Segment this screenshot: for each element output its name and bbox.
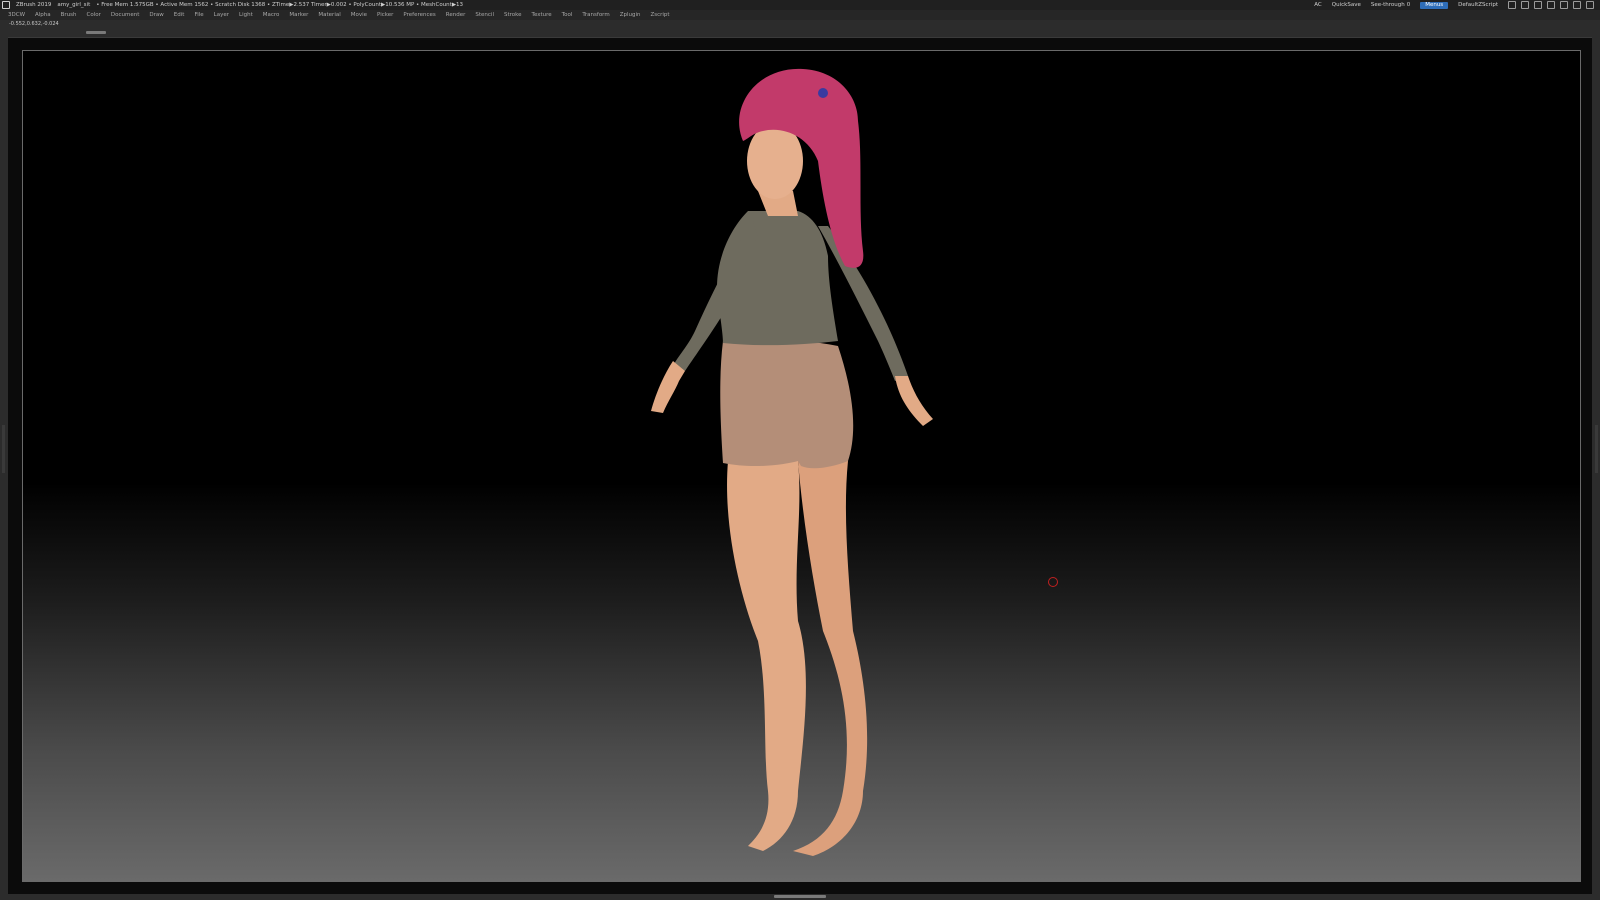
settings-icon[interactable] <box>1534 1 1542 9</box>
menu-item-transform[interactable]: Transform <box>582 10 609 20</box>
quicksave-button[interactable]: QuickSave <box>1332 0 1361 10</box>
right-tray-handle[interactable] <box>1595 425 1598 473</box>
script-selector[interactable]: DefaultZScript <box>1458 0 1498 10</box>
see-through-slider[interactable]: See-through 0 <box>1371 0 1410 10</box>
menus-button[interactable]: Menus <box>1420 1 1449 9</box>
shorts <box>720 339 854 469</box>
menu-item-material[interactable]: Material <box>318 10 340 20</box>
menu-item-texture[interactable]: Texture <box>532 10 552 20</box>
top-shelf-handle[interactable] <box>86 31 106 34</box>
layout-icon[interactable] <box>1508 1 1516 9</box>
menu-item-alpha[interactable]: Alpha <box>35 10 51 20</box>
menu-item-macro[interactable]: Macro <box>263 10 280 20</box>
left-leg <box>727 461 806 851</box>
menu-item-document[interactable]: Document <box>111 10 140 20</box>
share-icon[interactable] <box>1521 1 1529 9</box>
bottom-tray-handle[interactable] <box>774 895 826 898</box>
menu-item-stencil[interactable]: Stencil <box>475 10 494 20</box>
menu-item-color[interactable]: Color <box>87 10 101 20</box>
lock-icon[interactable] <box>1547 1 1555 9</box>
see-through-value: 0 <box>1406 2 1411 8</box>
menu-item-stroke[interactable]: Stroke <box>504 10 522 20</box>
menu-item-marker[interactable]: Marker <box>289 10 308 20</box>
menu-item-preferences[interactable]: Preferences <box>403 10 435 20</box>
menu-item-draw[interactable]: Draw <box>149 10 163 20</box>
close-icon[interactable] <box>1586 1 1594 9</box>
menu-item-tool[interactable]: Tool <box>562 10 573 20</box>
ac-button[interactable]: AC <box>1314 0 1322 10</box>
menu-item-render[interactable]: Render <box>446 10 466 20</box>
viewport-canvas[interactable] <box>22 50 1581 882</box>
menu-item-light[interactable]: Light <box>239 10 253 20</box>
menu-item-3dcw[interactable]: 3DCW <box>8 10 25 20</box>
menu-bar: 3DCW Alpha Brush Color Document Draw Edi… <box>0 10 1600 20</box>
menu-item-brush[interactable]: Brush <box>61 10 77 20</box>
brush-cursor <box>1048 577 1058 587</box>
title-bar: ZBrush 2019 amy_girl_sit • Free Mem 1.57… <box>0 0 1600 10</box>
menu-item-zscript[interactable]: Zscript <box>650 10 669 20</box>
document-name: amy_girl_sit <box>57 2 91 8</box>
left-tray-handle[interactable] <box>2 425 5 473</box>
left-hand <box>651 361 685 413</box>
menu-item-file[interactable]: File <box>194 10 203 20</box>
menu-item-edit[interactable]: Edit <box>174 10 185 20</box>
menu-item-movie[interactable]: Movie <box>351 10 367 20</box>
right-hand <box>895 376 933 426</box>
see-through-label: See-through <box>1370 2 1405 8</box>
menu-item-picker[interactable]: Picker <box>377 10 393 20</box>
app-title: ZBrush 2019 <box>16 2 52 8</box>
zbrush-logo-icon <box>2 1 10 9</box>
menu-item-layer[interactable]: Layer <box>214 10 229 20</box>
maximize-icon[interactable] <box>1573 1 1581 9</box>
menu-item-zplugin[interactable]: Zplugin <box>620 10 641 20</box>
character-model <box>651 68 933 856</box>
memory-stats: • Free Mem 1.575GB • Active Mem 1562 • S… <box>96 2 464 8</box>
hair-tie <box>818 88 828 98</box>
minimize-icon[interactable] <box>1560 1 1568 9</box>
coordinate-readout: -0.552,0.632,-0.024 <box>9 21 59 27</box>
